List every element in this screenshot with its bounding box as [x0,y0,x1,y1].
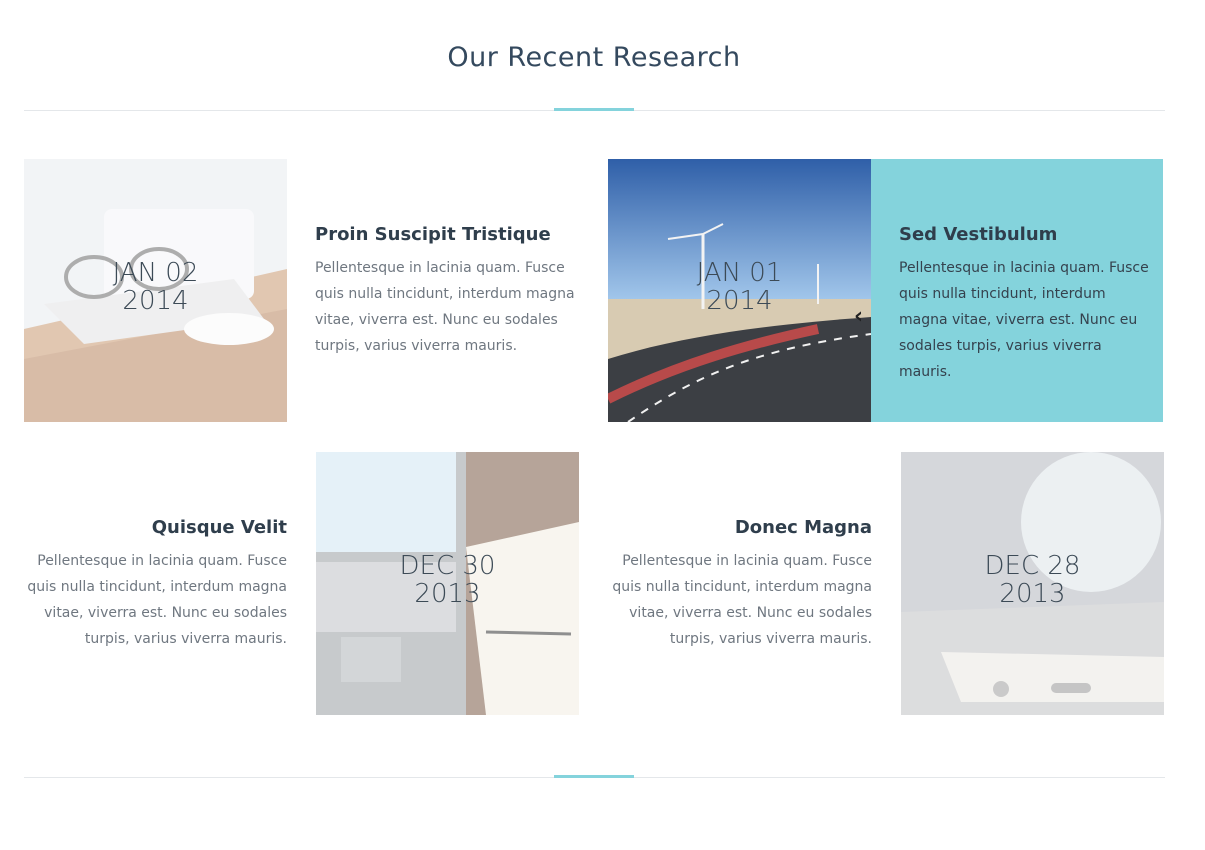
post-text-highlighted: Sed Vestibulum Pellentesque in lacinia q… [871,159,1163,422]
post-image-card[interactable]: JAN 02 2014 [24,159,287,422]
post-image-card[interactable]: DEC 30 2013 [316,452,579,715]
post-text: Donec Magna Pellentesque in lacinia quam… [612,517,872,652]
date-year: 2013 [999,579,1066,609]
post-excerpt: Pellentesque in lacinia quam. Fusce quis… [315,260,575,354]
post-date: DEC 28 2013 [901,552,1164,608]
post-date: DEC 30 2013 [316,552,579,608]
top-divider [24,108,1165,111]
divider-accent [554,775,634,778]
date-year: 2014 [706,286,773,316]
date-month-day: DEC 28 [984,551,1081,581]
post-date: JAN 01 2014 [608,259,871,315]
date-month-day: JAN 02 [112,258,199,288]
post-title[interactable]: Quisque Velit [27,517,287,538]
section-title: Our Recent Research [447,42,741,73]
post-excerpt: Pellentesque in lacinia quam. Fusce quis… [899,260,1149,380]
date-month-day: DEC 30 [399,551,496,581]
post-image-card[interactable]: DEC 28 2013 [901,452,1164,715]
post-date: JAN 02 2014 [24,259,287,315]
divider-accent [554,108,634,111]
date-year: 2013 [414,579,481,609]
chevron-left-icon: ‹ [854,304,864,329]
date-month-day: JAN 01 [696,258,783,288]
post-excerpt: Pellentesque in lacinia quam. Fusce quis… [612,553,872,647]
bottom-divider [24,775,1165,778]
post-excerpt: Pellentesque in lacinia quam. Fusce quis… [27,553,287,647]
post-title[interactable]: Donec Magna [612,517,872,538]
date-year: 2014 [122,286,189,316]
post-text: Proin Suscipit Tristique Pellentesque in… [315,224,575,359]
post-image-card[interactable]: JAN 01 2014 ‹ [608,159,871,422]
post-title[interactable]: Proin Suscipit Tristique [315,224,575,245]
post-title[interactable]: Sed Vestibulum [899,224,1149,245]
post-text: Quisque Velit Pellentesque in lacinia qu… [27,517,287,652]
